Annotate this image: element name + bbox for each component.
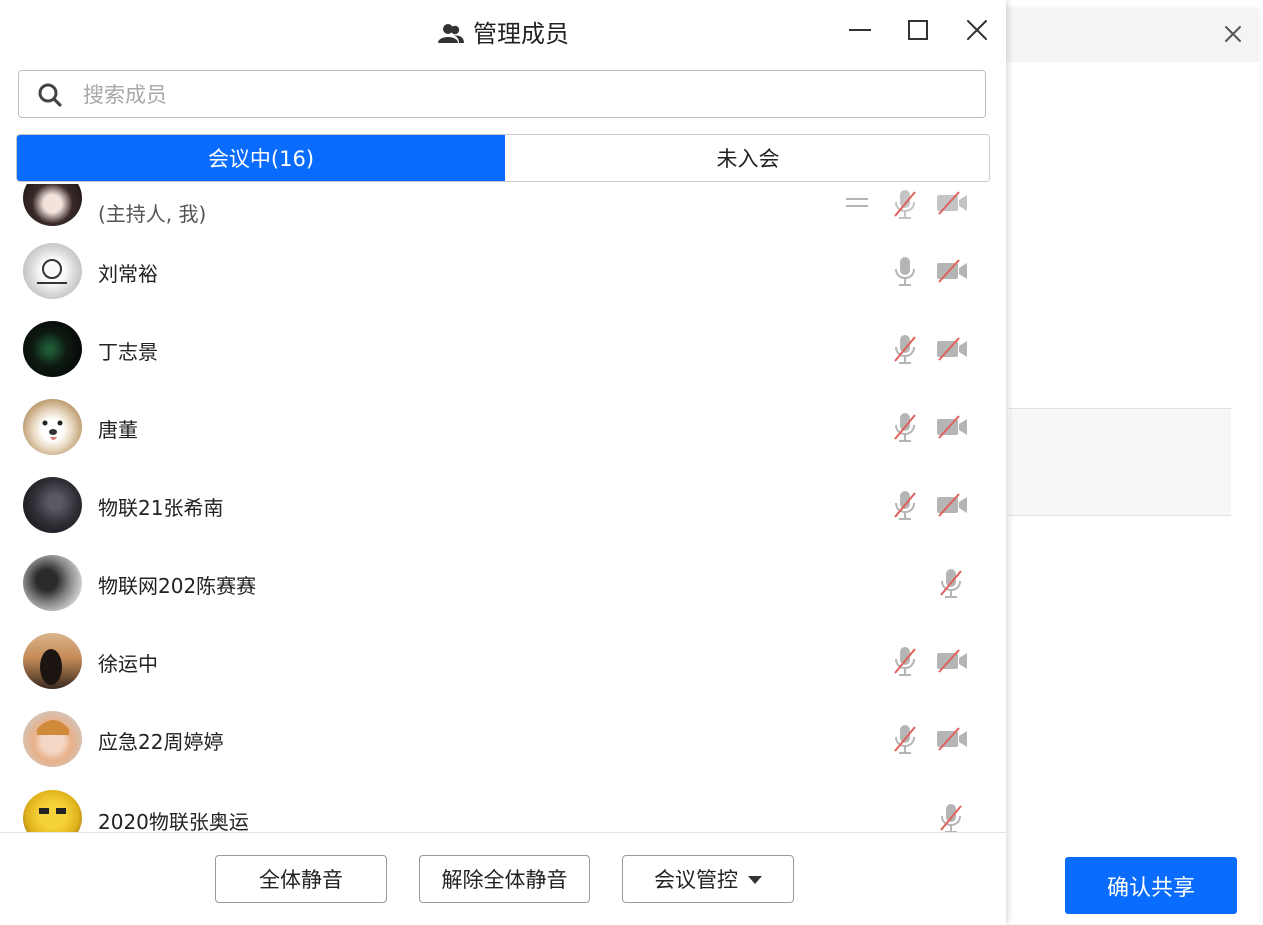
close-icon[interactable]	[964, 17, 990, 43]
list-item[interactable]: 应急22周婷婷	[0, 700, 1006, 778]
avatar	[23, 184, 82, 226]
avatar	[23, 477, 82, 533]
camera-off-icon[interactable]	[935, 258, 969, 284]
avatar	[23, 399, 82, 455]
search-input[interactable]	[81, 71, 965, 119]
avatar	[23, 555, 82, 611]
background-panel	[1009, 408, 1231, 516]
mic-muted-icon[interactable]	[892, 645, 918, 677]
title-bar: 管理成员	[0, 0, 1006, 62]
member-name: 物联21张希南	[98, 496, 224, 520]
list-item[interactable]: 物联网202陈赛赛	[0, 544, 1006, 622]
member-name: 物联网202陈赛赛	[98, 574, 257, 598]
member-name: 徐运中	[98, 652, 158, 676]
background-window-header	[991, 8, 1259, 62]
meeting-control-button[interactable]: 会议管控	[622, 855, 794, 903]
member-name: 刘常裕	[98, 262, 158, 286]
maximize-icon[interactable]	[905, 17, 931, 43]
avatar	[23, 243, 82, 299]
member-name: 2020物联张奥运	[98, 810, 249, 832]
camera-off-icon[interactable]	[935, 336, 969, 362]
list-item[interactable]: 物联21张希南	[0, 466, 1006, 544]
member-list[interactable]: (主持人, 我) 刘常裕 丁志景 唐董 物联21张希南 物联网202陈赛赛 徐运…	[0, 184, 1006, 832]
meeting-control-label: 会议管控	[654, 868, 738, 892]
avatar	[23, 790, 82, 832]
camera-off-icon[interactable]	[935, 726, 969, 752]
manage-members-window: 管理成员 会议中(16) 未入会 (主持人, 我)	[0, 0, 1006, 925]
member-name: 应急22周婷婷	[98, 730, 224, 754]
people-icon	[438, 24, 464, 43]
avatar	[23, 633, 82, 689]
mic-muted-icon[interactable]	[892, 411, 918, 443]
mute-all-button[interactable]: 全体静音	[215, 855, 387, 903]
unmute-all-button[interactable]: 解除全体静音	[419, 855, 590, 903]
close-icon[interactable]	[1221, 22, 1245, 46]
list-item[interactable]: 徐运中	[0, 622, 1006, 700]
avatar	[23, 321, 82, 377]
mic-muted-icon[interactable]	[938, 567, 964, 599]
confirm-share-button[interactable]: 确认共享	[1065, 857, 1237, 914]
camera-off-icon[interactable]	[935, 648, 969, 674]
mic-icon[interactable]	[892, 255, 918, 287]
avatar	[23, 711, 82, 767]
minimize-icon[interactable]	[847, 17, 873, 43]
list-item[interactable]: 丁志景	[0, 310, 1006, 388]
mic-muted-icon[interactable]	[892, 333, 918, 365]
list-item[interactable]: 2020物联张奥运	[0, 778, 1006, 832]
mic-muted-icon[interactable]	[892, 723, 918, 755]
member-tabs: 会议中(16) 未入会	[16, 134, 990, 182]
mic-muted-icon[interactable]	[892, 188, 918, 220]
tab-not-joined[interactable]: 未入会	[505, 135, 989, 181]
search-box	[18, 70, 986, 119]
more-icon[interactable]	[844, 196, 870, 210]
footer-bar: 全体静音 解除全体静音 会议管控	[0, 832, 1006, 925]
list-item[interactable]: 刘常裕	[0, 232, 1006, 310]
caret-down-icon	[748, 876, 762, 884]
tab-in-meeting[interactable]: 会议中(16)	[17, 135, 505, 181]
list-item[interactable]: 唐董	[0, 388, 1006, 466]
camera-off-icon[interactable]	[935, 492, 969, 518]
member-name: 唐董	[98, 418, 138, 442]
mic-muted-icon[interactable]	[892, 489, 918, 521]
search-icon	[38, 83, 62, 107]
camera-off-icon[interactable]	[935, 414, 969, 440]
member-role: (主持人, 我)	[98, 202, 207, 226]
member-name: 丁志景	[98, 340, 158, 364]
window-title-text: 管理成员	[473, 20, 569, 48]
camera-off-icon[interactable]	[935, 190, 969, 216]
mic-muted-icon[interactable]	[938, 802, 964, 832]
background-share-window: 确认共享	[990, 8, 1259, 924]
